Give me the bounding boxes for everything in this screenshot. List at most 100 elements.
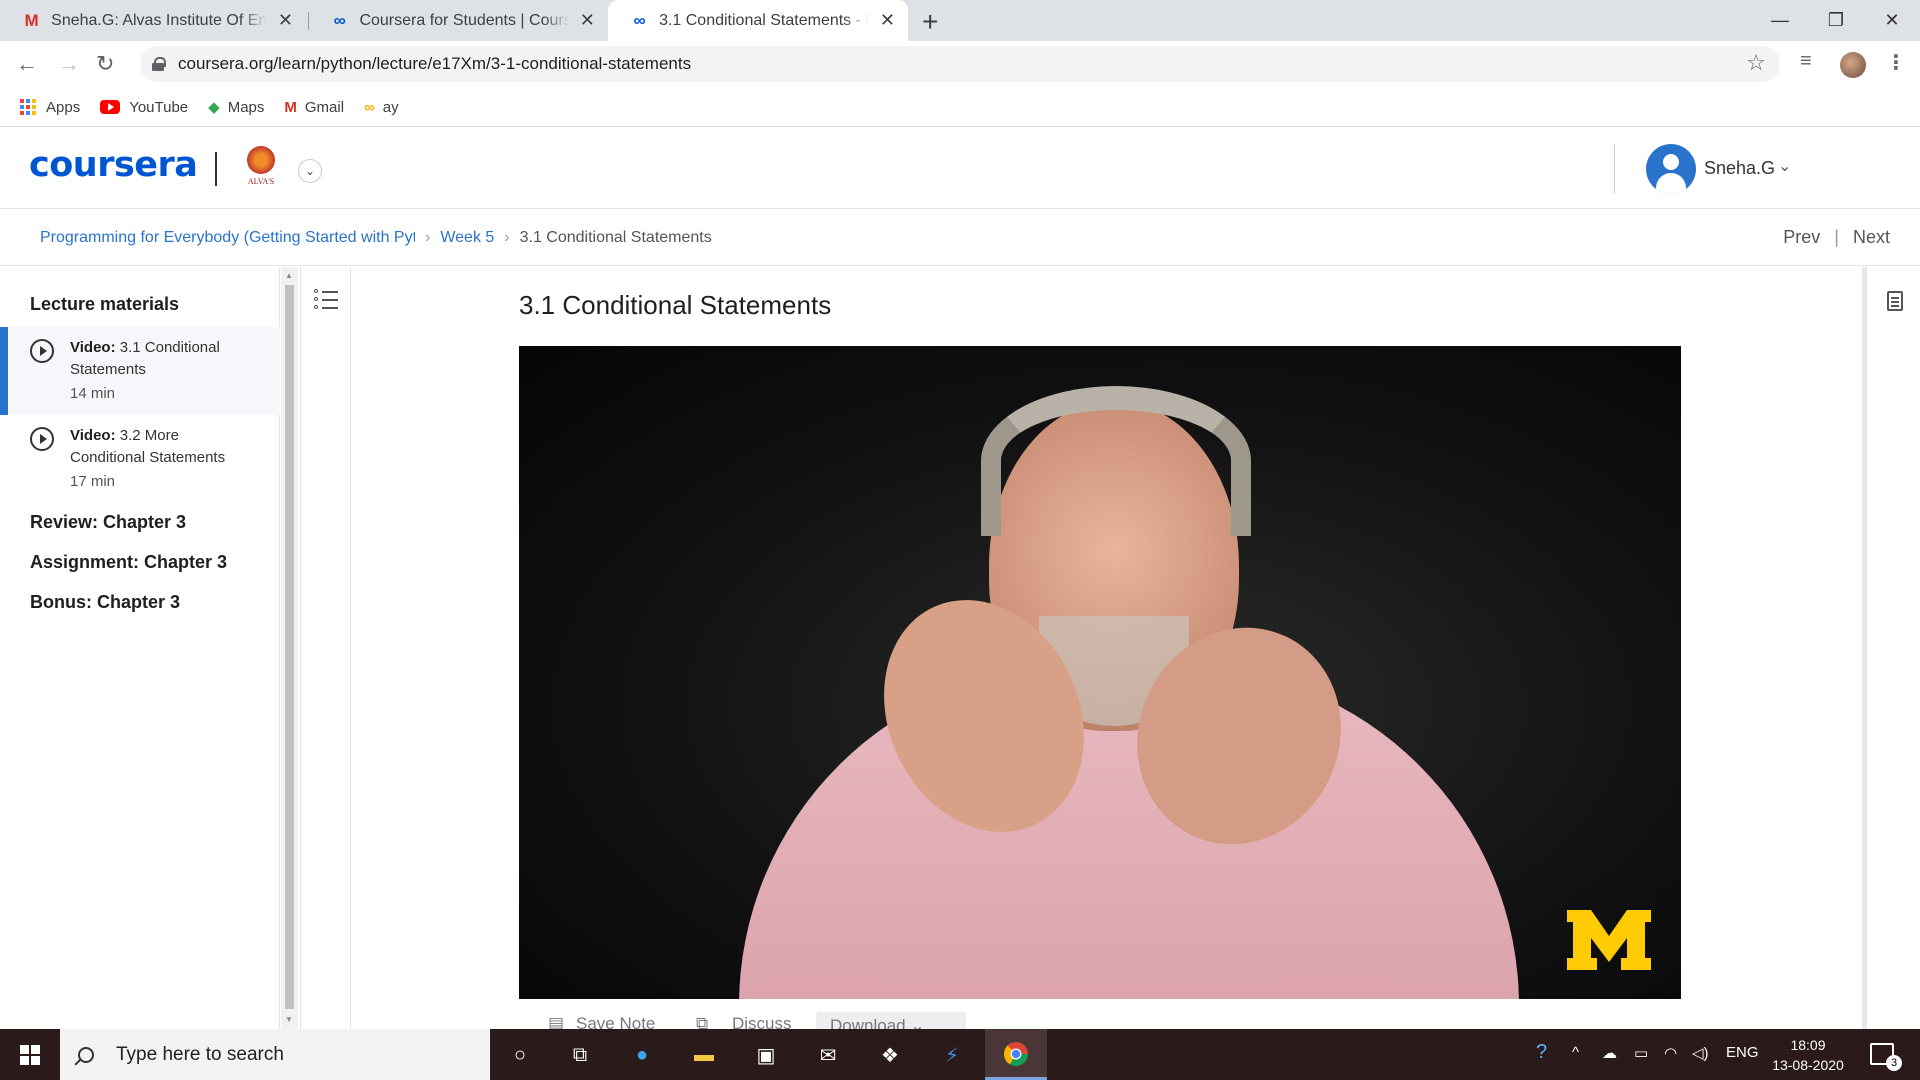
university-michigan-logo bbox=[1565, 908, 1653, 972]
play-circle-icon bbox=[30, 339, 54, 363]
browser-tab-conditional-statements[interactable]: ∞ 3.1 Conditional Statements - Universit… bbox=[608, 0, 908, 41]
gmail-icon: M bbox=[24, 10, 39, 30]
scroll-up-icon[interactable]: ▲ bbox=[285, 271, 293, 280]
edge-icon[interactable]: ● bbox=[628, 1041, 656, 1069]
discuss-button[interactable]: Discuss bbox=[732, 1014, 792, 1029]
window-close-button[interactable]: ✕ bbox=[1864, 0, 1920, 41]
browser-profile-avatar[interactable] bbox=[1840, 52, 1866, 78]
notification-count: 3 bbox=[1886, 1055, 1902, 1071]
logo-divider bbox=[215, 152, 217, 186]
bookmarks-bar: Apps YouTube ◆ Maps M Gmail ∞ ay bbox=[0, 88, 1920, 127]
chevron-up-icon[interactable]: ^ bbox=[1572, 1044, 1579, 1061]
close-icon[interactable]: ✕ bbox=[277, 10, 294, 31]
taskbar-clock[interactable]: 18:09 13-08-2020 bbox=[1768, 1035, 1848, 1075]
save-note-button[interactable]: Save Note bbox=[576, 1014, 655, 1029]
minimize-button[interactable]: — bbox=[1752, 0, 1808, 41]
lecture-actions: ▤ Save Note ⧉ Discuss Download ⌄ bbox=[540, 1012, 1680, 1029]
header-divider bbox=[1614, 144, 1615, 194]
nav-divider: | bbox=[1834, 227, 1839, 247]
sidebar-item-review[interactable]: Review: Chapter 3 bbox=[30, 512, 186, 533]
onedrive-icon[interactable]: ☁ bbox=[1602, 1044, 1617, 1062]
taskbar-search[interactable]: Type here to search bbox=[60, 1029, 490, 1080]
item-type: Video: bbox=[70, 427, 116, 444]
store-icon[interactable]: ▣ bbox=[752, 1041, 780, 1069]
sidebar-item-bonus[interactable]: Bonus: Chapter 3 bbox=[30, 592, 180, 613]
bookmark-gmail[interactable]: M Gmail bbox=[284, 99, 344, 116]
gmail-icon: M bbox=[284, 98, 297, 116]
battery-icon[interactable]: ▭ bbox=[1634, 1044, 1648, 1062]
chevron-down-icon[interactable]: ⌄ bbox=[298, 159, 322, 183]
help-icon[interactable]: ? bbox=[1536, 1041, 1547, 1064]
breadcrumb-week[interactable]: Week 5 bbox=[440, 229, 494, 247]
forward-button[interactable]: → bbox=[58, 51, 80, 77]
list-icon[interactable] bbox=[314, 289, 338, 311]
bookmark-apps[interactable]: Apps bbox=[20, 99, 80, 116]
url-text[interactable]: coursera.org/learn/python/lecture/e17Xm/… bbox=[178, 54, 691, 74]
chevron-down-icon[interactable]: ⌄ bbox=[1778, 156, 1791, 176]
lock-icon[interactable] bbox=[152, 57, 166, 71]
task-view-icon[interactable]: ⧉ bbox=[566, 1041, 594, 1069]
volume-icon[interactable]: ◁) bbox=[1692, 1044, 1709, 1062]
scroll-down-icon[interactable]: ▼ bbox=[285, 1015, 293, 1024]
coursera-logo[interactable]: coursera bbox=[29, 145, 198, 185]
user-name[interactable]: Sneha.G bbox=[1704, 158, 1775, 179]
bookmark-star-icon[interactable]: ☆ bbox=[1746, 50, 1766, 76]
bookmark-maps[interactable]: ◆ Maps bbox=[208, 98, 264, 117]
scrollbar-thumb[interactable] bbox=[285, 285, 294, 1009]
browser-toolbar: ← → ↻ coursera.org/learn/python/lecture/… bbox=[0, 41, 1920, 88]
coursera-icon: ∞ bbox=[333, 10, 346, 30]
browser-tab-gmail[interactable]: M Sneha.G: Alvas Institute Of Engineerin… bbox=[0, 0, 306, 41]
dropbox-icon[interactable]: ❖ bbox=[876, 1041, 904, 1069]
chevron-right-icon: › bbox=[504, 228, 510, 246]
item-type: Video: bbox=[70, 339, 116, 356]
media-controls-icon[interactable]: ≡ bbox=[1800, 50, 1812, 73]
sidebar-title: Lecture materials bbox=[30, 294, 180, 314]
cortana-icon[interactable]: ○ bbox=[506, 1041, 534, 1069]
windows-start-icon[interactable] bbox=[20, 1045, 40, 1065]
transcript-icon[interactable] bbox=[1887, 291, 1903, 311]
sidebar-scrollbar[interactable]: ▲ ▼ bbox=[281, 267, 298, 1029]
note-icon: ▤ bbox=[548, 1014, 565, 1029]
chevron-down-icon: ⌄ bbox=[910, 1016, 925, 1029]
browser-tab-coursera-students[interactable]: ∞ Coursera for Students | Coursera ✕ bbox=[308, 0, 608, 41]
video-frame-hair bbox=[981, 386, 1251, 536]
coursera-icon: ∞ bbox=[633, 10, 646, 30]
bookmark-ay[interactable]: ∞ ay bbox=[364, 99, 399, 116]
back-button[interactable]: ← bbox=[16, 51, 38, 77]
app-icon[interactable]: ⚡ bbox=[938, 1041, 966, 1069]
breadcrumb-course[interactable]: Programming for Everybody (Getting Start… bbox=[40, 229, 415, 247]
search-icon bbox=[78, 1046, 94, 1063]
close-icon[interactable]: ✕ bbox=[579, 10, 597, 31]
sidebar-item-assignment[interactable]: Assignment: Chapter 3 bbox=[30, 552, 227, 573]
breadcrumb-current: 3.1 Conditional Statements bbox=[519, 228, 712, 246]
outline-toggle-column bbox=[300, 267, 351, 1029]
restore-button[interactable]: ❐ bbox=[1808, 0, 1864, 41]
download-button[interactable]: Download ⌄ bbox=[816, 1012, 966, 1029]
chrome-taskbar-button[interactable] bbox=[985, 1029, 1047, 1080]
reload-button[interactable]: ↻ bbox=[96, 51, 114, 77]
prev-button[interactable]: Prev bbox=[1783, 227, 1820, 247]
alvas-emblem-icon bbox=[247, 146, 275, 174]
mail-icon[interactable]: ✉ bbox=[814, 1041, 842, 1069]
file-explorer-icon[interactable]: ▬ bbox=[690, 1041, 718, 1069]
language-indicator[interactable]: ENG bbox=[1726, 1044, 1759, 1061]
sidebar-item-video-3-1[interactable]: Video: 3.1 Conditional Statements 14 min bbox=[0, 327, 280, 415]
external-link-icon: ⧉ bbox=[696, 1014, 709, 1029]
youtube-icon bbox=[100, 100, 121, 114]
item-duration: 14 min bbox=[70, 385, 116, 402]
close-icon[interactable]: ✕ bbox=[879, 10, 896, 31]
new-tab-button[interactable]: + bbox=[922, 6, 938, 38]
lecture-sidebar: Lecture materials Video: 3.1 Conditional… bbox=[0, 267, 280, 1029]
sidebar-item-video-3-2[interactable]: Video: 3.2 More Conditional Statements 1… bbox=[0, 417, 280, 505]
partner-logo[interactable]: ALVA'S bbox=[242, 146, 280, 190]
play-circle-icon bbox=[30, 427, 54, 451]
wifi-icon[interactable]: ◠ bbox=[1664, 1044, 1677, 1062]
coursera-header: coursera ALVA'S ⌄ Sneha.G ⌄ bbox=[0, 128, 1920, 209]
address-bar[interactable]: coursera.org/learn/python/lecture/e17Xm/… bbox=[140, 46, 1780, 82]
prev-next-nav: Prev | Next bbox=[1783, 227, 1890, 248]
next-button[interactable]: Next bbox=[1853, 227, 1890, 247]
video-player[interactable] bbox=[519, 346, 1681, 999]
menu-icon[interactable]: ⋮ bbox=[1886, 50, 1906, 75]
user-avatar[interactable] bbox=[1646, 144, 1696, 194]
bookmark-youtube[interactable]: YouTube bbox=[100, 99, 188, 116]
